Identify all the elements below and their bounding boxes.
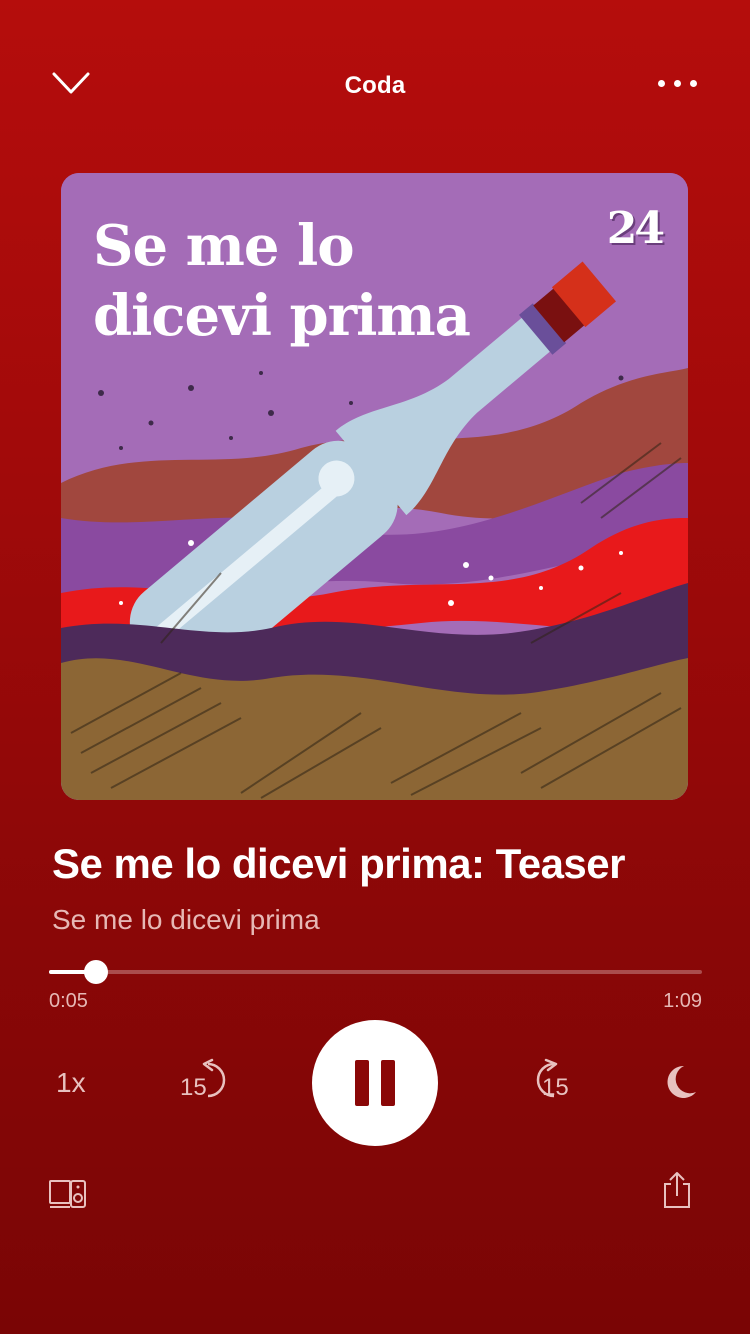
skip-forward-button[interactable]: 15	[522, 1058, 576, 1106]
elapsed-time: 0:05	[49, 990, 88, 1012]
pause-button[interactable]	[312, 1020, 438, 1146]
playback-controls: 1x 15 15	[0, 1020, 750, 1148]
cover-title: Se me lo dicevi prima	[93, 213, 471, 349]
total-duration: 1:09	[663, 990, 702, 1012]
connect-device-icon[interactable]	[49, 1178, 87, 1210]
more-options-icon[interactable]	[658, 74, 698, 90]
skip-back-seconds: 15	[180, 1074, 207, 1101]
progress-bar[interactable]	[49, 960, 702, 984]
queue-title: Coda	[344, 72, 406, 99]
share-icon[interactable]	[662, 1170, 692, 1210]
show-name[interactable]: Se me lo dicevi prima	[52, 904, 320, 936]
skip-forward-seconds: 15	[542, 1074, 569, 1101]
episode-title[interactable]: Se me lo dicevi prima: Teaser	[52, 840, 626, 888]
progress-handle[interactable]	[84, 960, 109, 984]
publisher-logo: 24	[606, 203, 665, 254]
podcast-cover-art: Se me lo dicevi prima 24	[61, 173, 688, 800]
top-bar: Coda	[0, 60, 750, 110]
skip-back-button[interactable]: 15	[176, 1058, 230, 1106]
moon-icon[interactable]	[660, 1062, 700, 1102]
playback-speed-button[interactable]: 1x	[56, 1067, 86, 1099]
